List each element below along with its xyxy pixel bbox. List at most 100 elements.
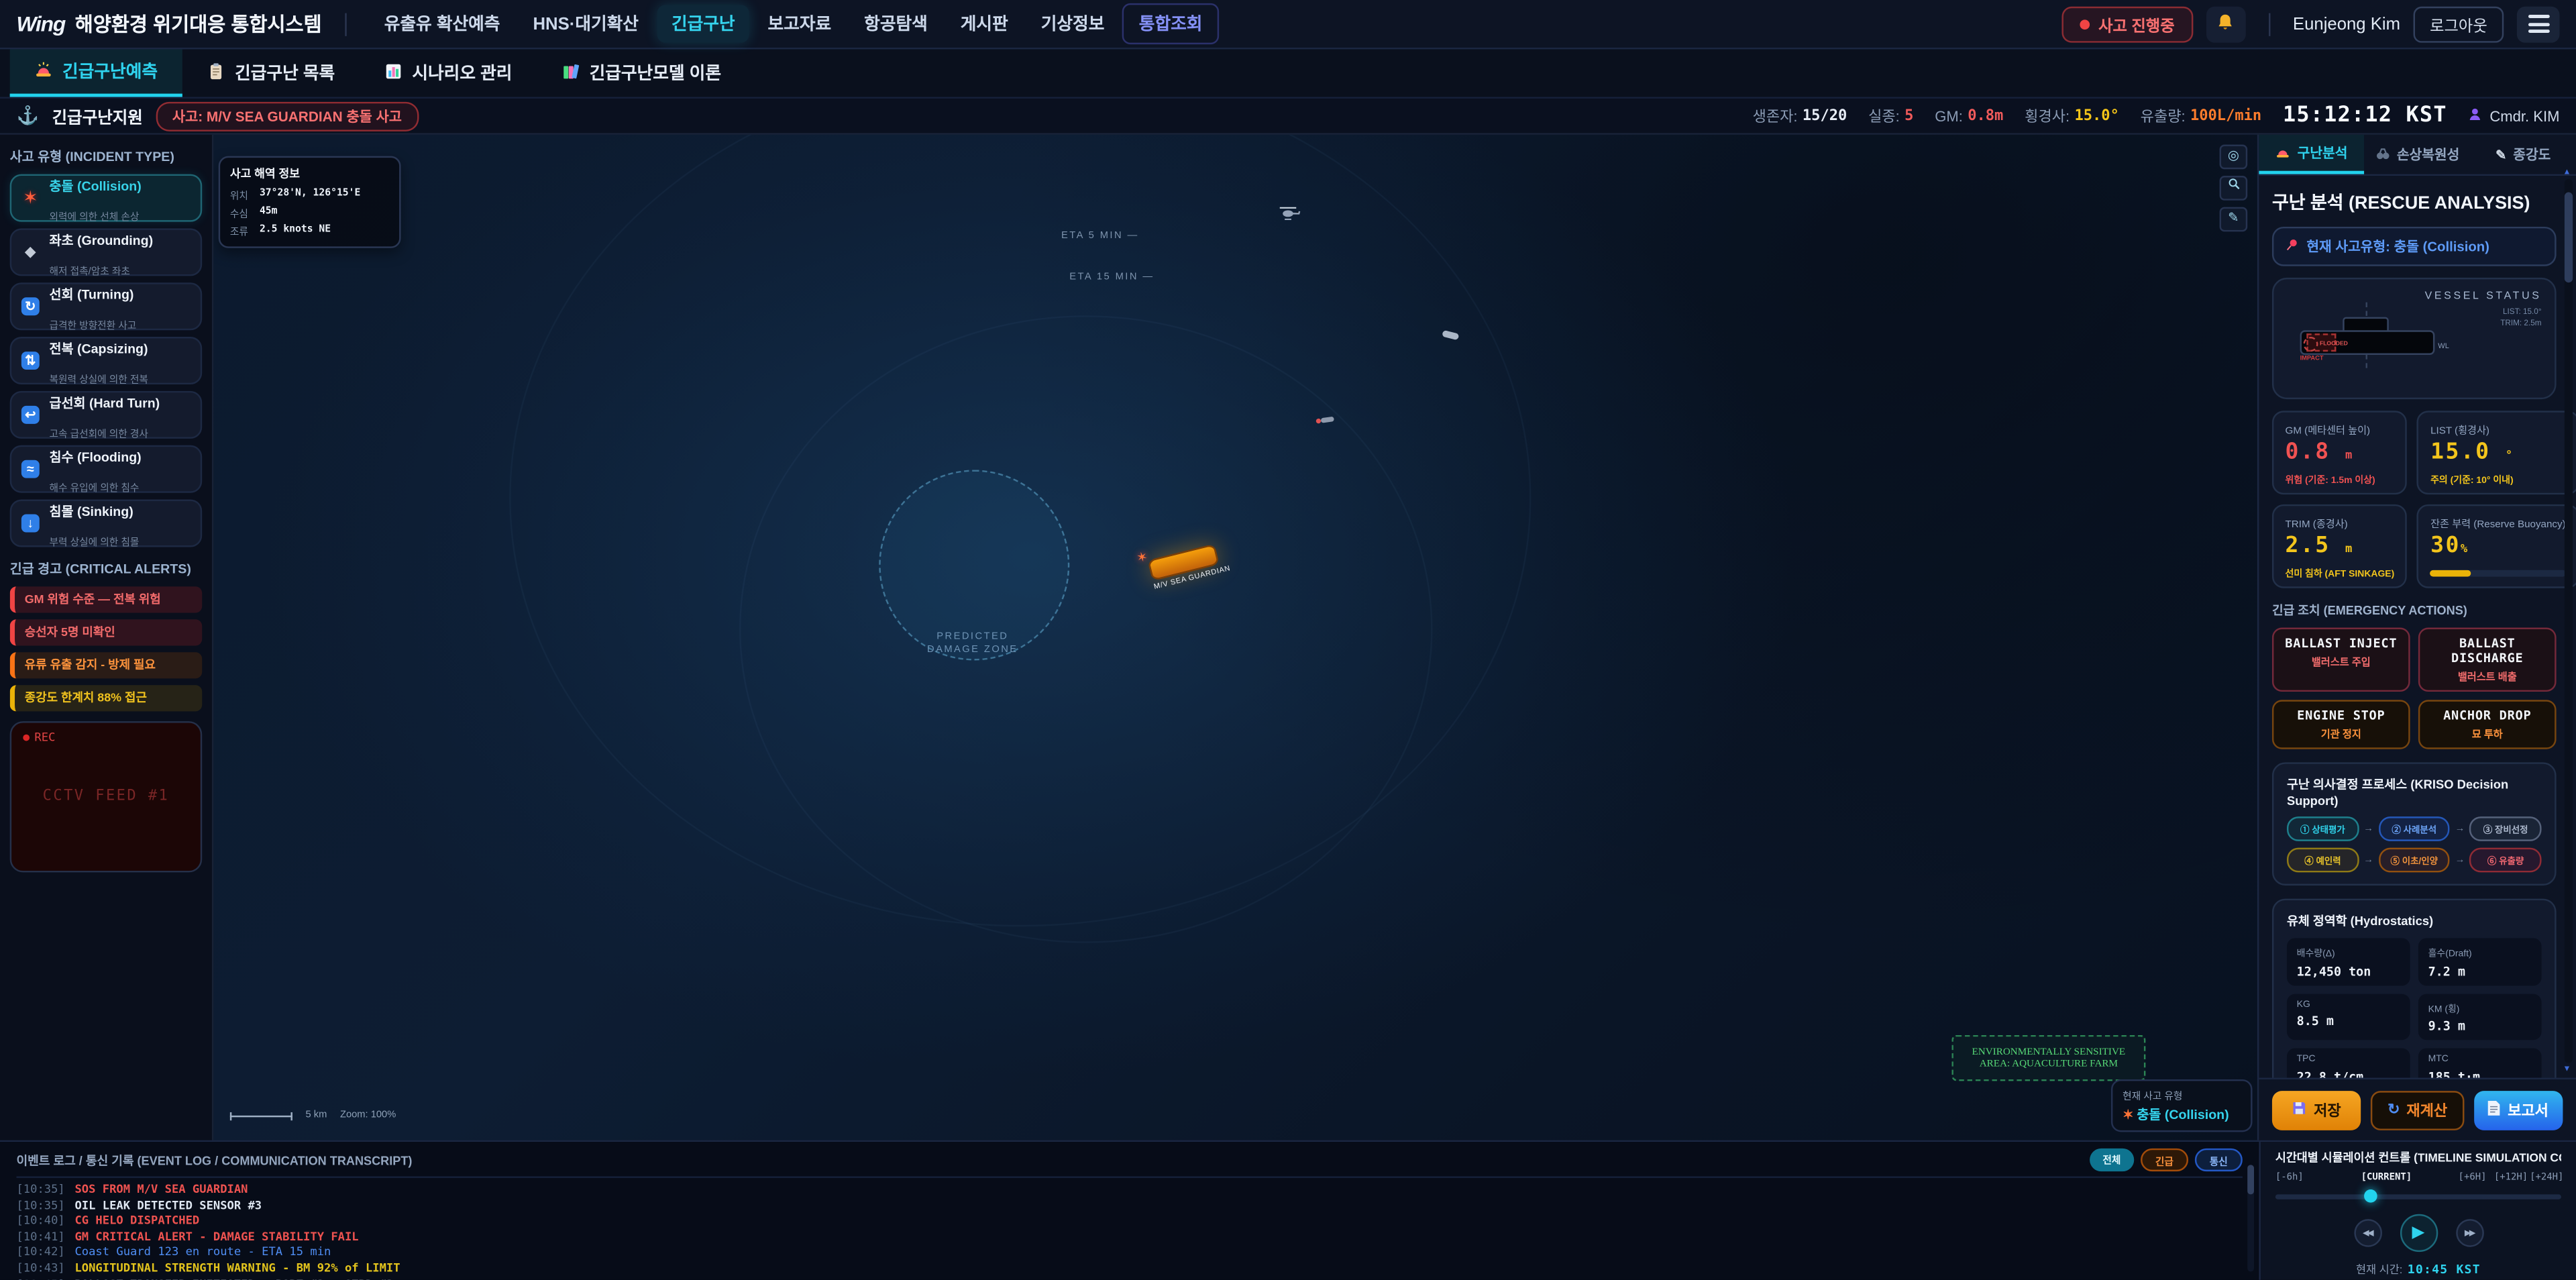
divider xyxy=(2268,12,2269,35)
filter-comms[interactable]: 통신 xyxy=(2195,1149,2243,1171)
statusbar-stats: 생존자:15/20 실종:5 GM:0.8m 횡경사:15.0° 유출량:100… xyxy=(1753,103,2560,128)
marker-current[interactable]: [CURRENT] xyxy=(2361,1173,2412,1183)
panel-tab-damage-stability[interactable]: 손상복원성 xyxy=(2365,135,2471,174)
nav-item-hns[interactable]: HNS·대기확산 xyxy=(518,5,653,42)
current-incident-pin: 현재 사고유형: 충돌 (Collision) xyxy=(2272,227,2557,266)
anchor-icon: ⚓ xyxy=(16,105,39,127)
play-button[interactable]: ▶ xyxy=(2400,1214,2437,1252)
slider-track[interactable] xyxy=(2275,1194,2561,1199)
nav-item-aerial-search[interactable]: 항공탐색 xyxy=(849,5,943,42)
scroll-up-icon[interactable]: ▲ xyxy=(2563,168,2571,178)
buoyancy-progress xyxy=(2430,570,2565,576)
log-line: [10:40]CG HELO DISPATCHED xyxy=(16,1214,2242,1230)
engine-stop-button[interactable]: ENGINE STOP기관 정지 xyxy=(2272,700,2410,749)
incident-type-turning[interactable]: ↻ 선회 (Turning)급격한 방향전환 사고 xyxy=(10,282,203,330)
filter-all[interactable]: 전체 xyxy=(2090,1149,2134,1171)
tab-rescue-model-theory[interactable]: 긴급구난모델 이론 xyxy=(537,49,746,97)
helicopter-icon xyxy=(1278,201,1301,230)
bell-icon xyxy=(2216,11,2235,36)
scroll-down-icon[interactable]: ▼ xyxy=(2563,1065,2571,1075)
stat-list: 횡경사:15.0° xyxy=(2025,105,2119,127)
user-name: Eunjeong Kim xyxy=(2293,14,2400,34)
scrollbar-thumb[interactable] xyxy=(2565,193,2573,283)
floppy-icon xyxy=(2292,1101,2307,1119)
nav-item-board[interactable]: 게시판 xyxy=(946,5,1023,42)
emergency-actions: BALLAST INJECT밸러스트 주입 BALLAST DISCHARGE밸… xyxy=(2272,628,2557,749)
nav-item-integrated-search[interactable]: 통합조회 xyxy=(1122,3,1219,44)
marker-plus-24h[interactable]: [+24H] xyxy=(2530,1173,2563,1183)
event-log-lines[interactable]: [10:35]SOS FROM M/V SEA GUARDIAN [10:35]… xyxy=(16,1183,2242,1279)
alert-gm-danger: GM 위험 수준 — 전복 위험 xyxy=(10,586,203,612)
tab-rescue-list[interactable]: 긴급구난 목록 xyxy=(182,49,360,97)
app-root: Wing 해양환경 위기대응 통합시스템 유출유 확산예측 HNS·대기확산 긴… xyxy=(0,0,2576,1280)
anchor-drop-button[interactable]: ANCHOR DROP묘 투하 xyxy=(2418,700,2557,749)
log-line: [10:43]LONGITUDINAL STRENGTH WARNING - B… xyxy=(16,1262,2242,1277)
log-line: [10:42]Coast Guard 123 en route - ETA 15… xyxy=(16,1246,2242,1261)
event-log-title: 이벤트 로그 / 통신 기록 (EVENT LOG / COMMUNICATIO… xyxy=(16,1151,412,1169)
skip-back-button[interactable]: ◀◀ xyxy=(2353,1219,2381,1247)
notifications-button[interactable] xyxy=(2206,6,2245,42)
incident-type-flooding[interactable]: ≈ 침수 (Flooding)해수 유입에 의한 침수 xyxy=(10,445,203,493)
panel-tab-rescue-analysis[interactable]: 구난분석 xyxy=(2259,135,2365,174)
vessel-status-title: VESSEL STATUS xyxy=(2425,290,2542,302)
report-button[interactable]: 보고서 xyxy=(2473,1090,2563,1130)
panel-scrollbar[interactable]: ▲ ▼ xyxy=(2565,179,2573,1063)
incident-type-collision[interactable]: ✶ 충돌 (Collision)외력에 의한 선체 손상 xyxy=(10,174,203,222)
arrow-icon: → xyxy=(2363,855,2373,865)
info-row-position: 위치37°28'N, 126°15'E xyxy=(230,187,390,202)
filter-urgent[interactable]: 긴급 xyxy=(2141,1149,2188,1171)
marker-minus-6h[interactable]: [-6h] xyxy=(2275,1173,2304,1183)
marker-plus-6h[interactable]: [+6H] xyxy=(2459,1173,2487,1183)
siren-icon xyxy=(2276,144,2291,162)
marker-plus-12h[interactable]: [+12H] xyxy=(2494,1173,2528,1183)
incident-type-capsizing[interactable]: ⇅ 전복 (Capsizing)복원력 상실에 의한 전복 xyxy=(10,337,203,384)
current-incident-type-box: 현재 사고 유형 ✶충돌 (Collision) xyxy=(2111,1079,2253,1132)
main-area: 사고 유형 (INCIDENT TYPE) ✶ 충돌 (Collision)외력… xyxy=(0,135,2576,1140)
recalculate-button[interactable]: ↻ 재계산 xyxy=(2371,1090,2464,1130)
damage-zone-label: PREDICTEDDAMAGE ZONE xyxy=(879,633,1066,657)
incident-type-title: 사고 유형 (INCIDENT TYPE) xyxy=(10,148,203,166)
kriso-step-1: ① 상태평가 xyxy=(2287,816,2359,841)
stability-metrics: GM (메타센터 높이) 0.8 m 위험 (기준: 1.5m 이상) LIST… xyxy=(2272,411,2557,588)
incident-type-sinking[interactable]: ↓ 침몰 (Sinking)부력 상실에 의한 침몰 xyxy=(10,499,203,547)
menu-icon[interactable] xyxy=(2517,6,2560,42)
nav-item-emergency-rescue[interactable]: 긴급구난 xyxy=(657,5,750,42)
chart-icon xyxy=(384,62,402,85)
sensitive-area-box: ENVIRONMENTALLY SENSITIVEAREA: AQUACULTU… xyxy=(1951,1035,2145,1081)
ballast-inject-button[interactable]: BALLAST INJECT밸러스트 주입 xyxy=(2272,628,2410,692)
slider-knob[interactable] xyxy=(2364,1189,2377,1203)
panel-tab-longitudinal-strength[interactable]: ✎ 종강도 xyxy=(2470,135,2576,174)
timeline-slider[interactable] xyxy=(2275,1189,2561,1204)
cctv-feed-label: CCTV FEED #1 xyxy=(11,788,201,804)
scrollbar-thumb[interactable] xyxy=(2247,1165,2254,1194)
nav-item-weather[interactable]: 기상정보 xyxy=(1026,5,1120,42)
siren-icon xyxy=(34,60,52,83)
incident-map[interactable]: 사고 해역 정보 위치37°28'N, 126°15'E 수심45m 조류2.5… xyxy=(213,135,2257,1140)
timeline-title: 시간대별 시뮬레이션 컨트롤 (TIMELINE SIMULATION CONT… xyxy=(2275,1150,2561,1166)
info-popup-title: 사고 해역 정보 xyxy=(230,166,390,182)
event-log-scrollbar[interactable] xyxy=(2247,1165,2254,1271)
nav-item-reports[interactable]: 보고자료 xyxy=(753,5,847,42)
panel-scroll-area[interactable]: 구난 분석 (RESCUE ANALYSIS) 현재 사고유형: 충돌 (Col… xyxy=(2259,176,2576,1077)
magnifier-tool-icon[interactable] xyxy=(2220,176,2248,201)
skip-forward-icon: ▶▶ xyxy=(2465,1228,2474,1238)
play-icon: ▶ xyxy=(2412,1224,2424,1242)
logout-button[interactable]: 로그아웃 xyxy=(2414,6,2504,42)
measure-tool-icon[interactable]: ✎ xyxy=(2220,207,2248,232)
target-tool-icon[interactable]: ◎ xyxy=(2220,145,2248,170)
rock-icon: ◆ xyxy=(25,243,36,261)
incident-type-grounding[interactable]: ◆ 좌초 (Grounding)해저 접촉/암초 좌초 xyxy=(10,228,203,276)
skip-forward-button[interactable]: ▶▶ xyxy=(2455,1219,2483,1247)
tab-rescue-prediction[interactable]: 긴급구난예측 xyxy=(10,49,182,97)
save-button[interactable]: 저장 xyxy=(2272,1090,2361,1130)
scale-label: 5 km xyxy=(306,1111,327,1121)
collision-burst-icon: ✶ xyxy=(2123,1108,2133,1122)
tab-scenario-management[interactable]: 시나리오 관리 xyxy=(360,49,537,97)
stat-survivors: 생존자:15/20 xyxy=(1753,105,1847,127)
ballast-discharge-button[interactable]: BALLAST DISCHARGE밸러스트 배출 xyxy=(2418,628,2557,692)
nav-item-oil-spill[interactable]: 유출유 확산예측 xyxy=(370,5,515,42)
impact-label: IMPACT xyxy=(2300,355,2324,362)
incident-type-hard-turn[interactable]: ↩ 급선회 (Hard Turn)고속 급선회에 의한 경사 xyxy=(10,391,203,439)
panel-heading: 구난 분석 (RESCUE ANALYSIS) xyxy=(2272,189,2557,215)
main-menu: 유출유 확산예측 HNS·대기확산 긴급구난 보고자료 항공탐색 게시판 기상정… xyxy=(370,3,1219,44)
